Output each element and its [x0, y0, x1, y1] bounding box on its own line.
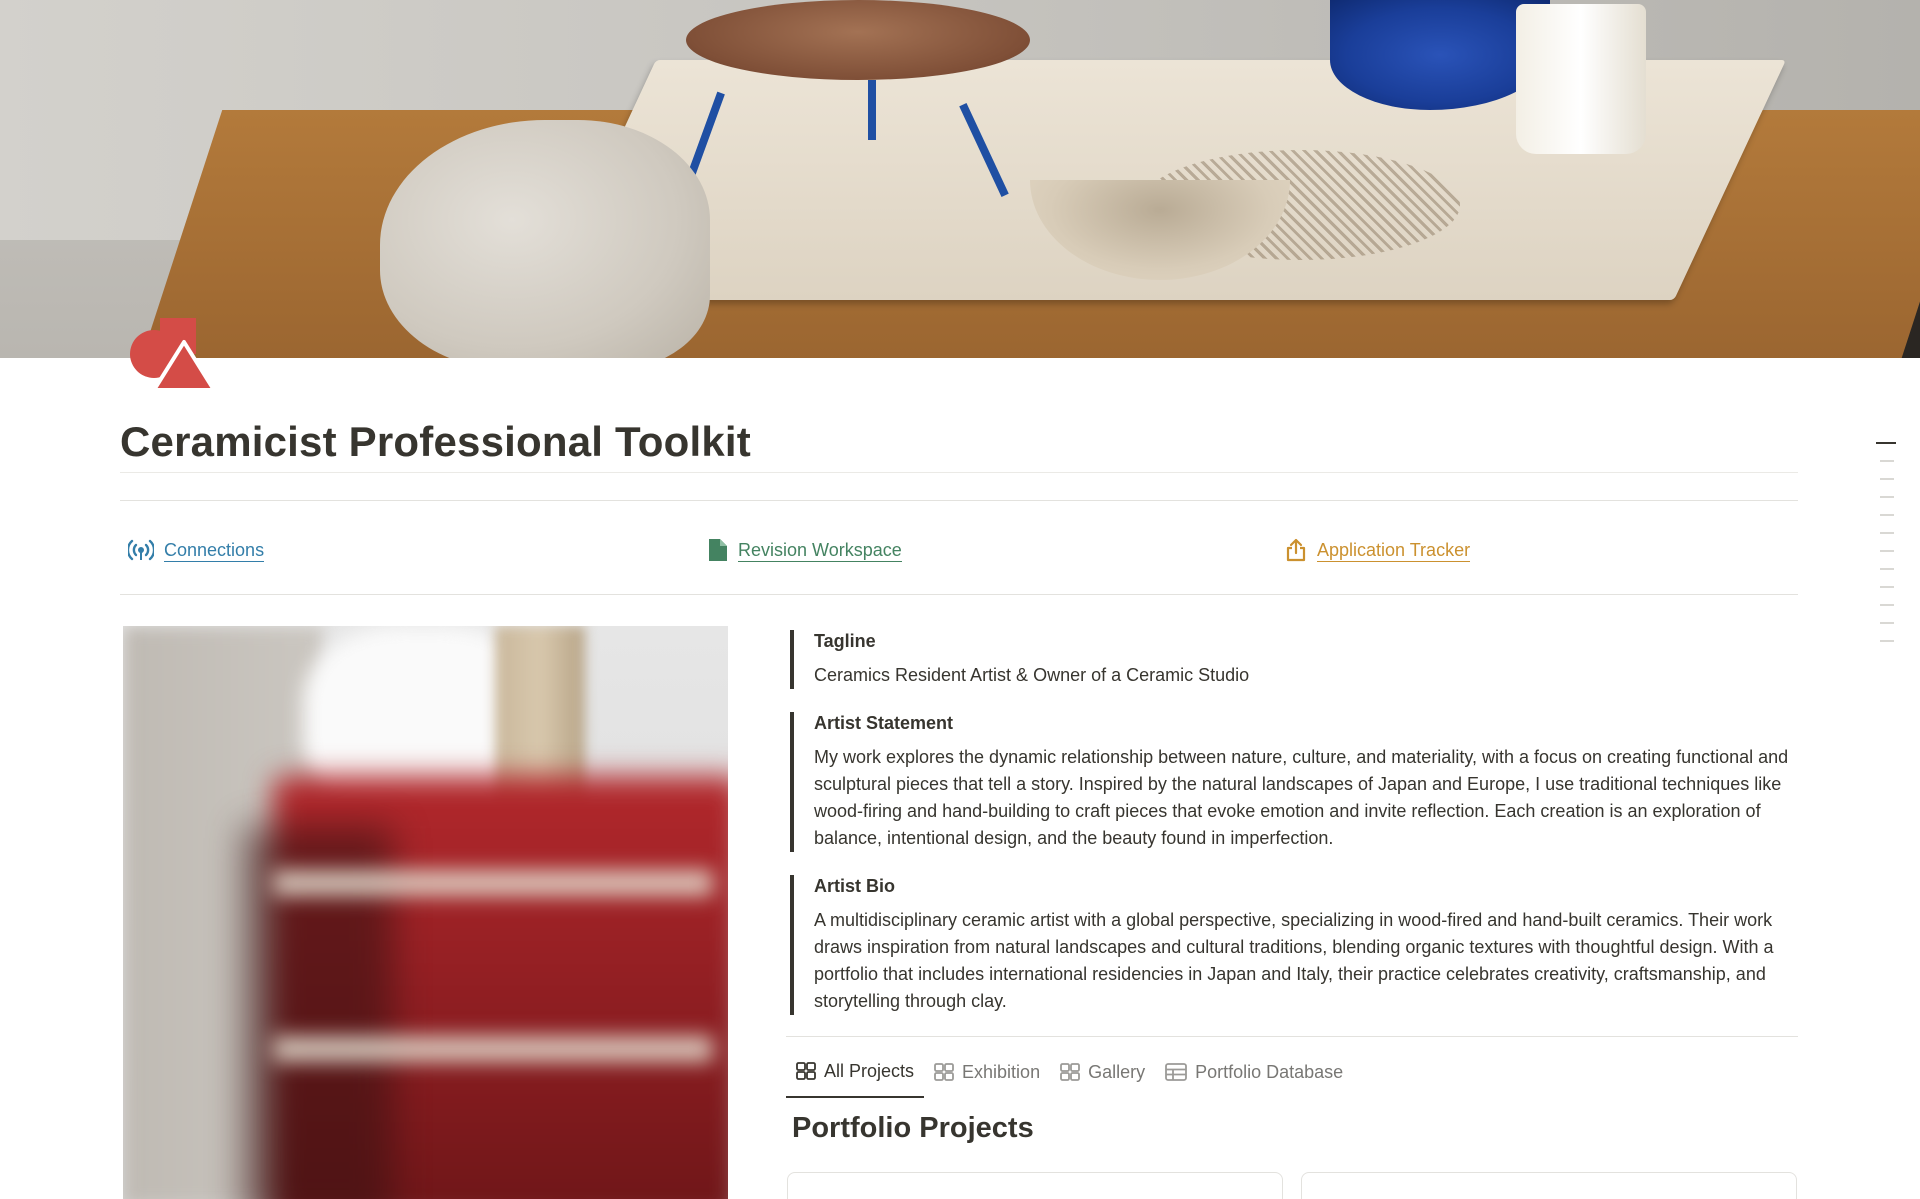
- gallery-grid-icon: [796, 1062, 816, 1080]
- tagline-text: Ceramics Resident Artist & Owner of a Ce…: [814, 665, 1250, 685]
- artist-bio-text: A multidisciplinary ceramic artist with …: [814, 910, 1774, 1011]
- table-of-contents[interactable]: [1876, 442, 1896, 658]
- link-connections-label[interactable]: Connections: [164, 539, 265, 562]
- tab-label: All Projects: [824, 1060, 915, 1081]
- divider: [786, 1036, 1798, 1037]
- artist-statement-text: My work explores the dynamic relationshi…: [814, 747, 1789, 848]
- title-underline: [120, 472, 1798, 473]
- tagline-block[interactable]: Tagline Ceramics Resident Artist & Owner…: [790, 630, 1814, 689]
- toc-line[interactable]: [1880, 586, 1894, 588]
- artist-statement-block[interactable]: Artist Statement My work explores the dy…: [790, 712, 1814, 852]
- artist-photo[interactable]: [123, 626, 728, 1199]
- shapes-icon[interactable]: [128, 314, 216, 394]
- project-card[interactable]: [787, 1172, 1283, 1199]
- tagline-heading: Tagline: [814, 631, 876, 651]
- toc-line[interactable]: [1880, 640, 1894, 642]
- link-application-tracker-label[interactable]: Application Tracker: [1317, 539, 1471, 562]
- photo-stripe: [273, 1036, 713, 1062]
- tab-label: Gallery: [1088, 1061, 1146, 1082]
- project-card[interactable]: [1301, 1172, 1797, 1199]
- page-title[interactable]: Ceramicist Professional Toolkit: [120, 418, 751, 466]
- tab-gallery[interactable]: Gallery: [1050, 1056, 1155, 1098]
- toc-line[interactable]: [1880, 568, 1894, 570]
- artist-bio-heading: Artist Bio: [814, 876, 895, 896]
- artist-bio-block[interactable]: Artist Bio A multidisciplinary ceramic a…: [790, 875, 1814, 1015]
- tab-label: Portfolio Database: [1195, 1061, 1344, 1082]
- toc-line[interactable]: [1880, 532, 1894, 534]
- divider: [120, 594, 1798, 595]
- share-upload-icon: [1286, 538, 1306, 562]
- toc-line[interactable]: [1880, 514, 1894, 516]
- tab-label: Exhibition: [962, 1061, 1041, 1082]
- link-revision-workspace[interactable]: Revision Workspace: [708, 536, 902, 564]
- tab-exhibition[interactable]: Exhibition: [924, 1056, 1050, 1098]
- divider: [120, 500, 1798, 501]
- toc-line[interactable]: [1880, 460, 1894, 462]
- link-connections[interactable]: Connections: [128, 536, 265, 564]
- link-revision-workspace-label[interactable]: Revision Workspace: [738, 539, 902, 562]
- document-icon: [709, 539, 727, 561]
- cover-tub: [1516, 4, 1646, 154]
- gallery-grid-icon: [934, 1063, 954, 1081]
- gallery-grid-icon: [1060, 1063, 1080, 1081]
- toc-line[interactable]: [1880, 604, 1894, 606]
- link-application-tracker[interactable]: Application Tracker: [1285, 536, 1471, 564]
- toc-line[interactable]: [1880, 496, 1894, 498]
- cover-clay-bag: [380, 120, 710, 358]
- notion-page: Ceramicist Professional Toolkit Connecti…: [0, 0, 1920, 1199]
- cover-banding-wheel: [686, 0, 1030, 80]
- artist-statement-heading: Artist Statement: [814, 713, 954, 733]
- toc-line[interactable]: [1876, 442, 1896, 444]
- toc-line[interactable]: [1880, 478, 1894, 480]
- tab-all-projects[interactable]: All Projects: [786, 1056, 925, 1098]
- section-title[interactable]: Portfolio Projects: [792, 1112, 1034, 1145]
- toc-line[interactable]: [1880, 550, 1894, 552]
- toc-line[interactable]: [1880, 622, 1894, 624]
- cover-image[interactable]: [0, 0, 1920, 358]
- cover-wheel-leg: [868, 80, 876, 140]
- table-icon: [1165, 1063, 1187, 1081]
- tab-portfolio-database[interactable]: Portfolio Database: [1155, 1056, 1353, 1098]
- view-tabs: All Projects Exhibition Gallery Portfoli…: [786, 1056, 1353, 1098]
- photo-stripe: [273, 870, 713, 896]
- broadcast-icon: [128, 539, 154, 561]
